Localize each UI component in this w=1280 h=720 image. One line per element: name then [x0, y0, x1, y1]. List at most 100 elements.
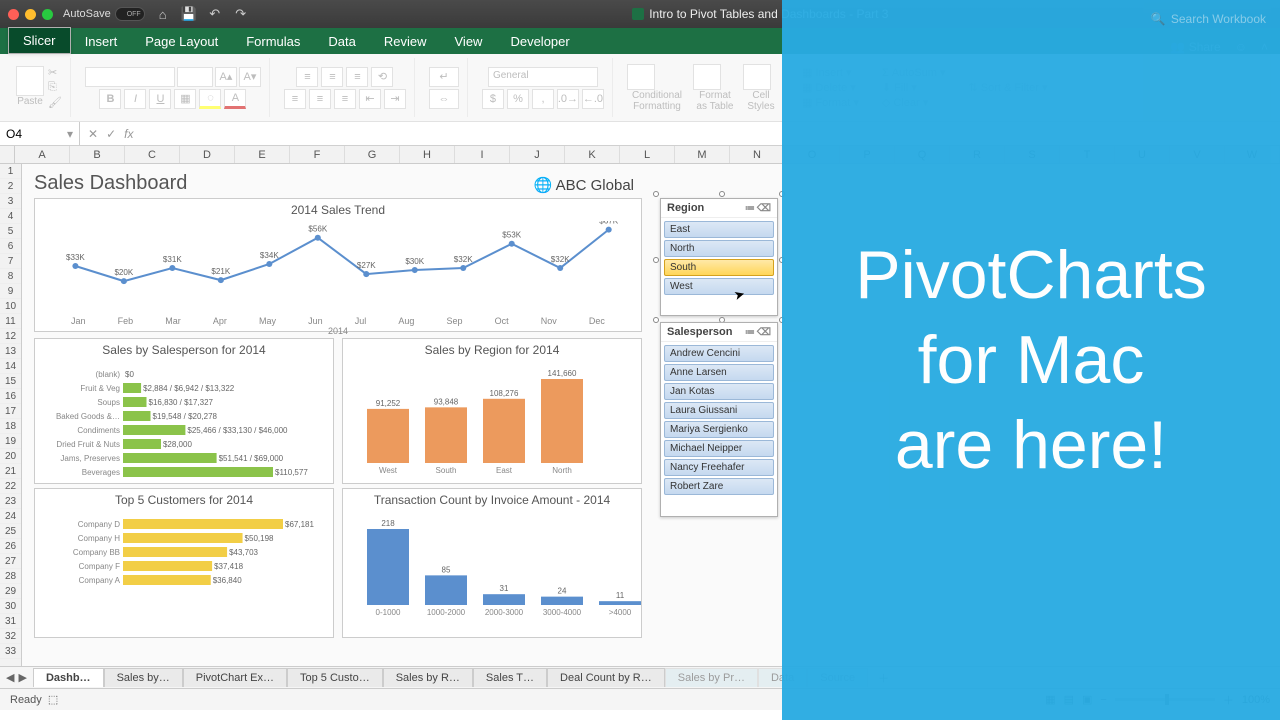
row-header[interactable]: 30	[0, 599, 21, 614]
align-left-icon[interactable]: ≡	[284, 89, 306, 109]
row-header[interactable]: 20	[0, 449, 21, 464]
row-header[interactable]: 32	[0, 629, 21, 644]
underline-button[interactable]: U	[149, 89, 171, 109]
slicer-salesperson[interactable]: Salesperson ≔⌫ Andrew CenciniAnne Larsen…	[660, 322, 778, 517]
increase-font-icon[interactable]: A▴	[215, 67, 237, 87]
clear-filter-icon[interactable]: ⌫	[757, 327, 771, 338]
row-header[interactable]: 16	[0, 389, 21, 404]
tab-slicer[interactable]: Slicer	[8, 27, 71, 54]
align-center-icon[interactable]: ≡	[309, 89, 331, 109]
row-header[interactable]: 27	[0, 554, 21, 569]
currency-icon[interactable]: $	[482, 89, 504, 109]
percent-icon[interactable]: %	[507, 89, 529, 109]
multi-select-icon[interactable]: ≔	[745, 327, 755, 338]
home-icon[interactable]: ⌂	[155, 6, 171, 22]
number-format-select[interactable]: General	[488, 67, 598, 87]
slicer-item[interactable]: North	[664, 240, 774, 257]
chart-sales-trend[interactable]: 2014 Sales Trend $33K$20K$31K$21K$34K$56…	[34, 198, 642, 332]
chart-sales-by-region[interactable]: Sales by Region for 2014 91,252West93,84…	[342, 338, 642, 484]
row-header[interactable]: 18	[0, 419, 21, 434]
col-header[interactable]: G	[345, 146, 400, 163]
col-header[interactable]: C	[125, 146, 180, 163]
tab-review[interactable]: Review	[370, 29, 441, 54]
close-icon[interactable]	[8, 9, 19, 20]
align-bot-icon[interactable]: ≡	[346, 67, 368, 87]
fill-color-button[interactable]: ◌	[199, 89, 221, 109]
sheet-tab[interactable]: Deal Count by R…	[547, 668, 665, 687]
row-header[interactable]: 28	[0, 569, 21, 584]
row-header[interactable]: 14	[0, 359, 21, 374]
slicer-item[interactable]: Andrew Cencini	[664, 345, 774, 362]
fx-icon[interactable]: fx	[124, 127, 133, 141]
cut-icon[interactable]: ✂	[48, 66, 62, 79]
inc-decimal-icon[interactable]: .0→	[557, 89, 579, 109]
comma-icon[interactable]: ,	[532, 89, 554, 109]
dec-decimal-icon[interactable]: ←.0	[582, 89, 604, 109]
col-header[interactable]: I	[455, 146, 510, 163]
align-right-icon[interactable]: ≡	[334, 89, 356, 109]
sheet-tab[interactable]: Sales by Pr…	[665, 668, 758, 687]
row-header[interactable]: 33	[0, 644, 21, 659]
format-table-icon[interactable]	[693, 64, 721, 90]
row-header[interactable]: 12	[0, 329, 21, 344]
align-top-icon[interactable]: ≡	[296, 67, 318, 87]
undo-icon[interactable]: ↶	[207, 6, 223, 22]
sheet-tab[interactable]: Sales T…	[473, 668, 547, 687]
col-header[interactable]: F	[290, 146, 345, 163]
tab-data[interactable]: Data	[314, 29, 369, 54]
row-header[interactable]: 24	[0, 509, 21, 524]
slicer-region[interactable]: Region ≔⌫ EastNorthSouthWest	[660, 198, 778, 316]
cell-styles-icon[interactable]	[743, 64, 771, 90]
slicer-item[interactable]: Jan Kotas	[664, 383, 774, 400]
col-header[interactable]: K	[565, 146, 620, 163]
minimize-icon[interactable]	[25, 9, 36, 20]
row-header[interactable]: 31	[0, 614, 21, 629]
bold-button[interactable]: B	[99, 89, 121, 109]
row-header[interactable]: 4	[0, 209, 21, 224]
font-family-select[interactable]	[85, 67, 175, 87]
row-header[interactable]: 6	[0, 239, 21, 254]
row-header[interactable]: 25	[0, 524, 21, 539]
row-header[interactable]: 15	[0, 374, 21, 389]
slicer-item[interactable]: West	[664, 278, 774, 295]
row-header[interactable]: 8	[0, 269, 21, 284]
align-mid-icon[interactable]: ≡	[321, 67, 343, 87]
fullscreen-icon[interactable]	[42, 9, 53, 20]
paste-icon[interactable]	[16, 66, 44, 96]
redo-icon[interactable]: ↷	[233, 6, 249, 22]
row-header[interactable]: 21	[0, 464, 21, 479]
multi-select-icon[interactable]: ≔	[745, 203, 755, 214]
row-header[interactable]: 1	[0, 164, 21, 179]
search-workbook[interactable]: 🔍 Search Workbook	[1151, 12, 1266, 26]
tab-developer[interactable]: Developer	[496, 29, 583, 54]
col-header[interactable]: H	[400, 146, 455, 163]
chart-sales-by-salesperson[interactable]: Sales by Salesperson for 2014 (blank)$0F…	[34, 338, 334, 484]
row-header[interactable]: 29	[0, 584, 21, 599]
col-header[interactable]: N	[730, 146, 785, 163]
row-header[interactable]: 2	[0, 179, 21, 194]
tab-formulas[interactable]: Formulas	[232, 29, 314, 54]
sheet-tab[interactable]: PivotChart Ex…	[183, 668, 287, 687]
slicer-item[interactable]: Michael Neipper	[664, 440, 774, 457]
border-button[interactable]: ▦	[174, 89, 196, 109]
row-header[interactable]: 17	[0, 404, 21, 419]
tab-insert[interactable]: Insert	[71, 29, 132, 54]
confirm-formula-icon[interactable]: ✓	[106, 127, 116, 141]
orientation-icon[interactable]: ⟲	[371, 67, 393, 87]
name-box[interactable]: O4▾	[0, 122, 80, 145]
col-header[interactable]: D	[180, 146, 235, 163]
autosave-toggle[interactable]: AutoSave OFF	[63, 7, 145, 21]
sheet-tab[interactable]: Dashb…	[33, 668, 104, 687]
row-header[interactable]: 19	[0, 434, 21, 449]
row-header[interactable]: 13	[0, 344, 21, 359]
slicer-item[interactable]: Laura Giussani	[664, 402, 774, 419]
sheet-tab[interactable]: Sales by R…	[383, 668, 473, 687]
format-painter-icon[interactable]: 🖌	[48, 96, 62, 109]
italic-button[interactable]: I	[124, 89, 146, 109]
row-header[interactable]: 10	[0, 299, 21, 314]
col-header[interactable]: M	[675, 146, 730, 163]
row-header[interactable]: 5	[0, 224, 21, 239]
chart-top-customers[interactable]: Top 5 Customers for 2014 Company D$67,18…	[34, 488, 334, 638]
wrap-text-button[interactable]: ↵	[429, 67, 459, 87]
sheet-tab[interactable]: Sales by…	[104, 668, 183, 687]
